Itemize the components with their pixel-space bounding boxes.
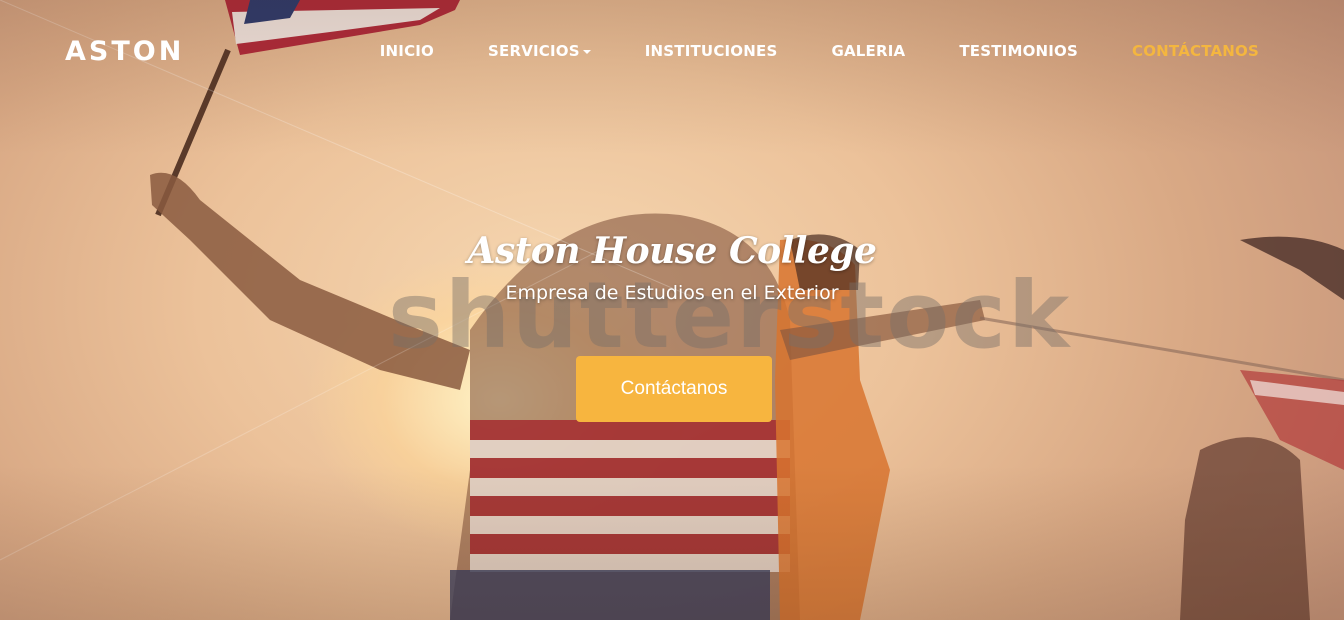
nav-item-contactanos[interactable]: CONTÁCTANOS (1105, 42, 1286, 60)
nav-menu: INICIO SERVICIOS INSTITUCIONES GALERIA T… (353, 42, 1286, 60)
nav-item-testimonios[interactable]: TESTIMONIOS (932, 42, 1105, 60)
contact-button[interactable]: Contáctanos (576, 356, 772, 422)
hero-title: Aston House College (467, 230, 877, 272)
hero-subtitle: Empresa de Estudios en el Exterior (505, 282, 839, 304)
nav-item-servicios-label: SERVICIOS (488, 42, 580, 60)
nav-item-inicio[interactable]: INICIO (353, 42, 461, 60)
nav-item-instituciones[interactable]: INSTITUCIONES (618, 42, 805, 60)
navbar: ASTON INICIO SERVICIOS INSTITUCIONES GAL… (0, 0, 1344, 104)
brand-logo[interactable]: ASTON (65, 36, 184, 67)
caret-down-icon (582, 49, 591, 54)
nav-item-galeria[interactable]: GALERIA (804, 42, 932, 60)
nav-item-servicios[interactable]: SERVICIOS (461, 42, 618, 60)
hero-text: Aston House College Empresa de Estudios … (0, 230, 1344, 304)
